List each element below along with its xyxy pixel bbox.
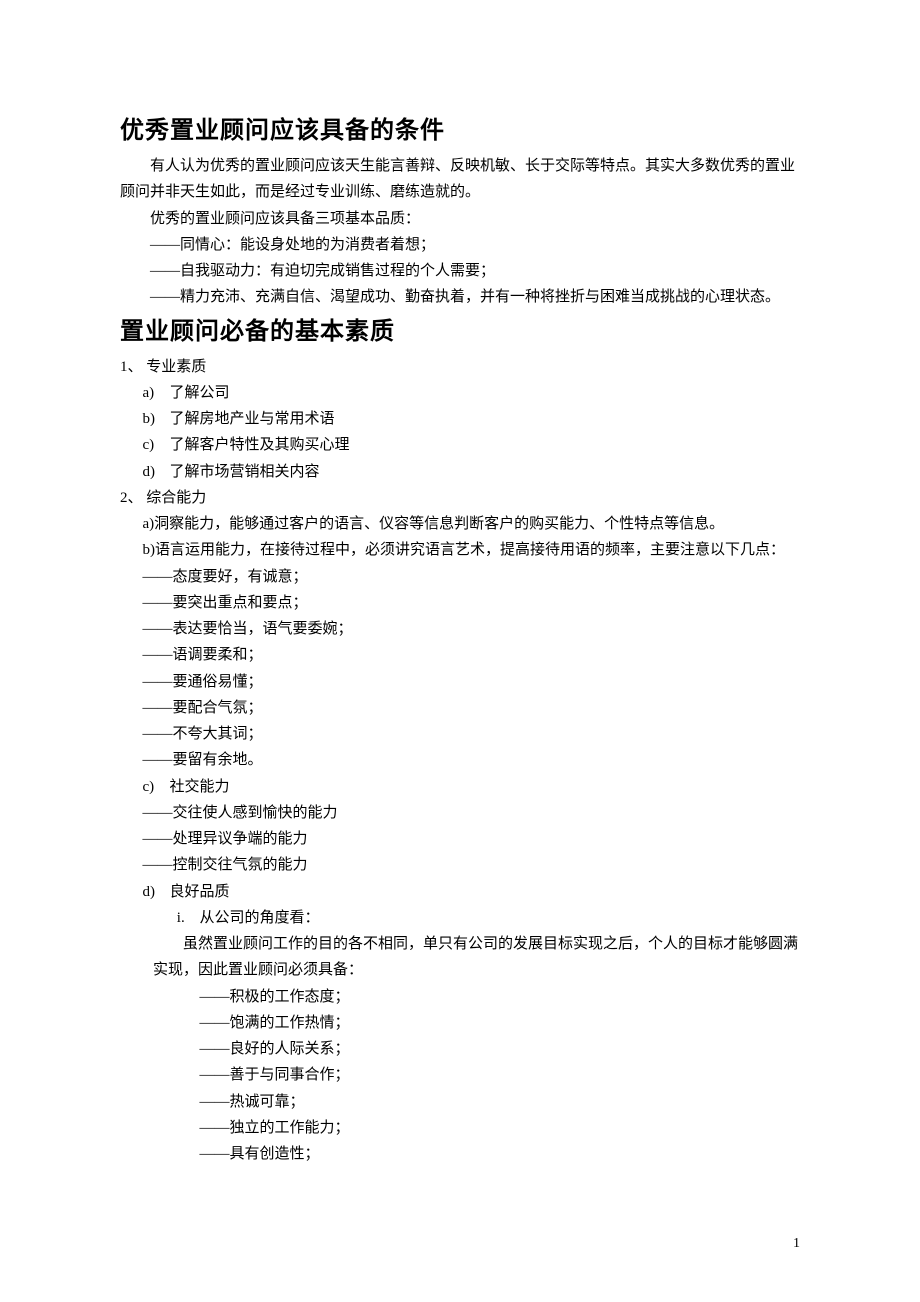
item-2-comprehensive: 2、 综合能力 (120, 485, 800, 511)
lang-point-2: ——要突出重点和要点； (120, 590, 800, 616)
trait-3: ——良好的人际关系； (120, 1036, 800, 1062)
intro-paragraph-2: 优秀的置业顾问应该具备三项基本品质： (120, 206, 800, 232)
label-a: a) (143, 516, 155, 532)
trait-7: ——具有创造性； (120, 1141, 800, 1167)
item-1b-text: 了解房地产业与常用术语 (170, 411, 335, 427)
item-2a: a)洞察能力，能够通过客户的语言、仪容等信息判断客户的购买能力、个性特点等信息。 (120, 511, 800, 537)
item-2c-text: 社交能力 (170, 779, 230, 795)
page-number: 1 (793, 1236, 800, 1252)
item-1d: d)了解市场营销相关内容 (120, 459, 800, 485)
trait-4: ——善于与同事合作； (120, 1062, 800, 1088)
item-2d-i: i.从公司的角度看： (120, 905, 800, 931)
trait-6: ——独立的工作能力； (120, 1115, 800, 1141)
label-i: i. (162, 905, 200, 931)
item-1c-text: 了解客户特性及其购买心理 (170, 437, 350, 453)
item-2d-text: 良好品质 (170, 884, 230, 900)
quality-self-drive: ——自我驱动力：有迫切完成销售过程的个人需要； (120, 258, 800, 284)
lang-point-8: ——要留有余地。 (120, 747, 800, 773)
lang-point-5: ——要通俗易懂； (120, 669, 800, 695)
company-view-paragraph: 虽然置业顾问工作的目的各不相同，单只有公司的发展目标实现之后，个人的目标才能够圆… (120, 931, 800, 984)
label-b: b) (143, 542, 156, 558)
heading-basic-qualities: 置业顾问必备的基本素质 (120, 311, 800, 346)
heading-conditions: 优秀置业顾问应该具备的条件 (120, 110, 800, 145)
item-1a: a)了解公司 (120, 380, 800, 406)
lang-point-1: ——态度要好，有诚意； (120, 564, 800, 590)
document-page: 优秀置业顾问应该具备的条件 有人认为优秀的置业顾问应该天生能言善辩、反映机敏、长… (0, 0, 920, 1302)
item-1c: c)了解客户特性及其购买心理 (120, 432, 800, 458)
label-d: d) (143, 459, 170, 485)
quality-sympathy: ——同情心：能设身处地的为消费者着想； (120, 232, 800, 258)
label-c: c) (143, 774, 170, 800)
trait-1: ——积极的工作态度； (120, 984, 800, 1010)
item-2b-text: 语言运用能力，在接待过程中，必须讲究语言艺术，提高接待用语的频率，主要注意以下几… (155, 542, 785, 558)
label-c: c) (143, 432, 170, 458)
quality-energy: ——精力充沛、充满自信、渴望成功、勤奋执着，并有一种将挫折与困难当成挑战的心理状… (120, 284, 800, 310)
lang-point-6: ——要配合气氛； (120, 695, 800, 721)
item-1-professional: 1、 专业素质 (120, 354, 800, 380)
lang-point-7: ——不夸大其词； (120, 721, 800, 747)
item-1b: b)了解房地产业与常用术语 (120, 406, 800, 432)
social-point-1: ——交往使人感到愉快的能力 (120, 800, 800, 826)
trait-5: ——热诚可靠； (120, 1089, 800, 1115)
label-b: b) (143, 406, 170, 432)
social-point-2: ——处理异议争端的能力 (120, 826, 800, 852)
item-2d-i-text: 从公司的角度看： (200, 910, 320, 926)
item-2a-text: 洞察能力，能够通过客户的语言、仪容等信息判断客户的购买能力、个性特点等信息。 (154, 516, 724, 532)
item-2c: c)社交能力 (120, 774, 800, 800)
item-1a-text: 了解公司 (170, 385, 230, 401)
label-a: a) (143, 380, 170, 406)
item-2b: b)语言运用能力，在接待过程中，必须讲究语言艺术，提高接待用语的频率，主要注意以… (120, 537, 800, 563)
item-2d: d)良好品质 (120, 879, 800, 905)
label-d: d) (143, 879, 170, 905)
trait-2: ——饱满的工作热情； (120, 1010, 800, 1036)
intro-paragraph-1: 有人认为优秀的置业顾问应该天生能言善辩、反映机敏、长于交际等特点。其实大多数优秀… (120, 153, 800, 206)
lang-point-4: ——语调要柔和； (120, 642, 800, 668)
lang-point-3: ——表达要恰当，语气要委婉； (120, 616, 800, 642)
social-point-3: ——控制交往气氛的能力 (120, 852, 800, 878)
item-1d-text: 了解市场营销相关内容 (170, 464, 320, 480)
